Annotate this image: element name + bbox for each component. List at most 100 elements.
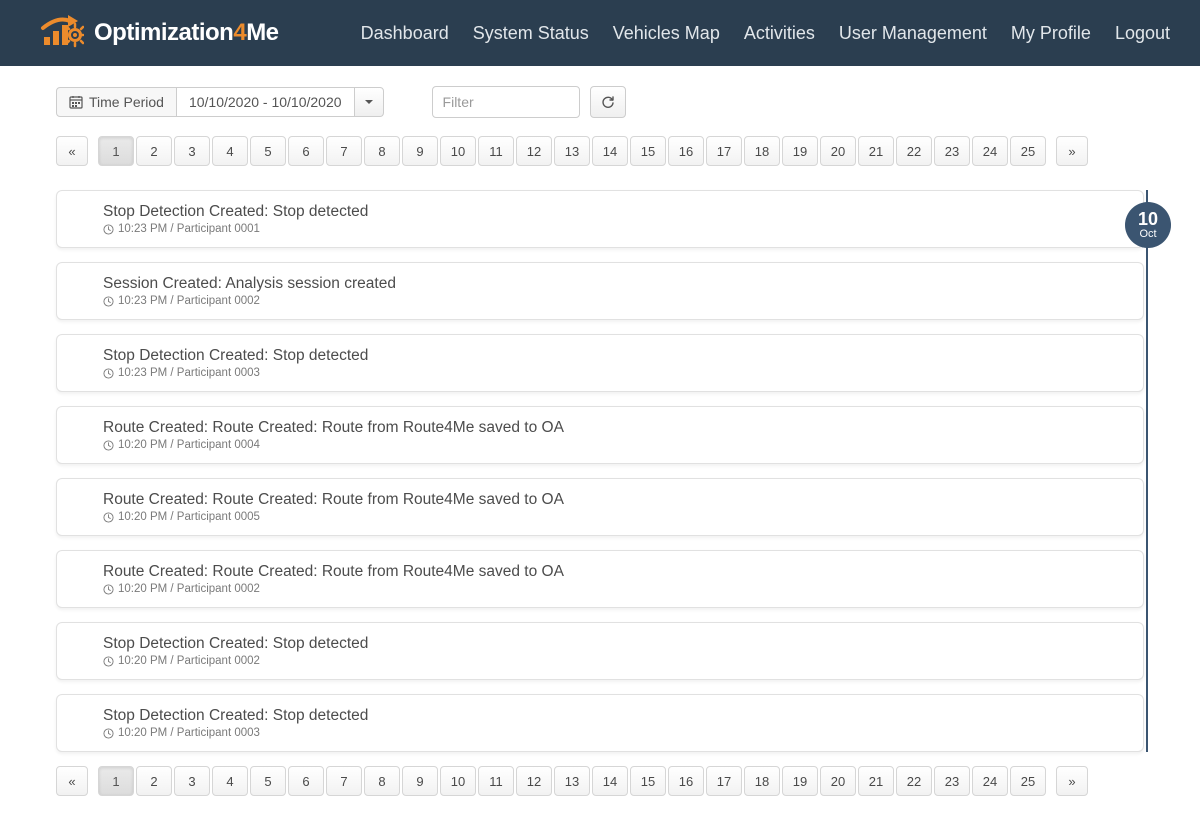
activity-card[interactable]: Stop Detection Created: Stop detected10:… bbox=[56, 622, 1144, 680]
page-23[interactable]: 23 bbox=[934, 136, 970, 166]
activity-card[interactable]: Session Created: Analysis session create… bbox=[56, 262, 1144, 320]
page-20[interactable]: 20 bbox=[820, 766, 856, 796]
page-21[interactable]: 21 bbox=[858, 766, 894, 796]
page-prev[interactable]: « bbox=[56, 766, 88, 796]
page-4[interactable]: 4 bbox=[212, 766, 248, 796]
activity-title: Route Created: Route Created: Route from… bbox=[103, 491, 1127, 509]
page-13[interactable]: 13 bbox=[554, 136, 590, 166]
pagination-top: «123456789101112131415161718192021222324… bbox=[56, 136, 1144, 166]
main-nav: Dashboard System Status Vehicles Map Act… bbox=[361, 23, 1170, 44]
page-4[interactable]: 4 bbox=[212, 136, 248, 166]
page-22[interactable]: 22 bbox=[896, 766, 932, 796]
activity-title: Stop Detection Created: Stop detected bbox=[103, 203, 1127, 221]
refresh-button[interactable] bbox=[590, 86, 626, 118]
chevron-down-icon bbox=[365, 100, 373, 104]
page-6[interactable]: 6 bbox=[288, 136, 324, 166]
page-12[interactable]: 12 bbox=[516, 136, 552, 166]
page-8[interactable]: 8 bbox=[364, 766, 400, 796]
clock-icon bbox=[103, 440, 114, 451]
nav-activities[interactable]: Activities bbox=[744, 23, 815, 44]
time-period-label: Time Period bbox=[89, 94, 164, 110]
brand-icon bbox=[40, 13, 84, 53]
page-1[interactable]: 1 bbox=[98, 136, 134, 166]
activity-title: Session Created: Analysis session create… bbox=[103, 275, 1127, 293]
clock-icon bbox=[103, 728, 114, 739]
brand-logo[interactable]: Optimization4Me bbox=[40, 13, 279, 53]
nav-dashboard[interactable]: Dashboard bbox=[361, 23, 449, 44]
page-19[interactable]: 19 bbox=[782, 136, 818, 166]
filter-input[interactable] bbox=[432, 86, 580, 118]
page-1[interactable]: 1 bbox=[98, 766, 134, 796]
page-11[interactable]: 11 bbox=[478, 766, 514, 796]
page-14[interactable]: 14 bbox=[592, 766, 628, 796]
page-9[interactable]: 9 bbox=[402, 766, 438, 796]
nav-system-status[interactable]: System Status bbox=[473, 23, 589, 44]
time-period-picker[interactable]: Time Period 10/10/2020 - 10/10/2020 bbox=[56, 87, 384, 117]
toolbar: Time Period 10/10/2020 - 10/10/2020 bbox=[56, 86, 1144, 118]
page-25[interactable]: 25 bbox=[1010, 766, 1046, 796]
activity-meta: 10:20 PM / Participant 0002 bbox=[103, 583, 1127, 595]
page-22[interactable]: 22 bbox=[896, 136, 932, 166]
page-17[interactable]: 17 bbox=[706, 136, 742, 166]
page-15[interactable]: 15 bbox=[630, 136, 666, 166]
activity-card[interactable]: Stop Detection Created: Stop detected10:… bbox=[56, 190, 1144, 248]
activity-time: 10:20 PM / Participant 0004 bbox=[118, 439, 260, 451]
activity-card[interactable]: Route Created: Route Created: Route from… bbox=[56, 550, 1144, 608]
page-6[interactable]: 6 bbox=[288, 766, 324, 796]
navbar: Optimization4Me Dashboard System Status … bbox=[0, 0, 1200, 66]
page-16[interactable]: 16 bbox=[668, 136, 704, 166]
page-25[interactable]: 25 bbox=[1010, 136, 1046, 166]
page-19[interactable]: 19 bbox=[782, 766, 818, 796]
clock-icon bbox=[103, 584, 114, 595]
nav-logout[interactable]: Logout bbox=[1115, 23, 1170, 44]
page-20[interactable]: 20 bbox=[820, 136, 856, 166]
activity-meta: 10:20 PM / Participant 0005 bbox=[103, 511, 1127, 523]
activity-time: 10:23 PM / Participant 0003 bbox=[118, 367, 260, 379]
page-2[interactable]: 2 bbox=[136, 766, 172, 796]
page-12[interactable]: 12 bbox=[516, 766, 552, 796]
activity-title: Stop Detection Created: Stop detected bbox=[103, 347, 1127, 365]
nav-user-management[interactable]: User Management bbox=[839, 23, 987, 44]
activity-card[interactable]: Stop Detection Created: Stop detected 10:… bbox=[56, 334, 1144, 392]
page-23[interactable]: 23 bbox=[934, 766, 970, 796]
page-8[interactable]: 8 bbox=[364, 136, 400, 166]
page-24[interactable]: 24 bbox=[972, 136, 1008, 166]
nav-vehicles-map[interactable]: Vehicles Map bbox=[613, 23, 720, 44]
page-2[interactable]: 2 bbox=[136, 136, 172, 166]
calendar-icon bbox=[69, 95, 83, 109]
activity-meta: 10:23 PM / Participant 0002 bbox=[103, 295, 1127, 307]
page-21[interactable]: 21 bbox=[858, 136, 894, 166]
page-prev[interactable]: « bbox=[56, 136, 88, 166]
page-5[interactable]: 5 bbox=[250, 136, 286, 166]
date-range-dropdown[interactable] bbox=[354, 87, 384, 117]
activity-card[interactable]: Route Created: Route Created: Route from… bbox=[56, 406, 1144, 464]
page-13[interactable]: 13 bbox=[554, 766, 590, 796]
nav-my-profile[interactable]: My Profile bbox=[1011, 23, 1091, 44]
activity-meta: 10:20 PM / Participant 0004 bbox=[103, 439, 1127, 451]
page-10[interactable]: 10 bbox=[440, 766, 476, 796]
page-14[interactable]: 14 bbox=[592, 136, 628, 166]
date-range-button[interactable]: 10/10/2020 - 10/10/2020 bbox=[176, 87, 355, 117]
page-24[interactable]: 24 bbox=[972, 766, 1008, 796]
page-18[interactable]: 18 bbox=[744, 766, 780, 796]
page-18[interactable]: 18 bbox=[744, 136, 780, 166]
page-3[interactable]: 3 bbox=[174, 136, 210, 166]
time-period-button[interactable]: Time Period bbox=[56, 87, 177, 117]
page-11[interactable]: 11 bbox=[478, 136, 514, 166]
activity-title: Route Created: Route Created: Route from… bbox=[103, 419, 1127, 437]
activity-card[interactable]: Route Created: Route Created: Route from… bbox=[56, 478, 1144, 536]
page-16[interactable]: 16 bbox=[668, 766, 704, 796]
page-next[interactable]: » bbox=[1056, 136, 1088, 166]
activity-card[interactable]: Stop Detection Created: Stop detected10:… bbox=[56, 694, 1144, 752]
date-range-text: 10/10/2020 - 10/10/2020 bbox=[189, 94, 342, 110]
page-7[interactable]: 7 bbox=[326, 766, 362, 796]
page-9[interactable]: 9 bbox=[402, 136, 438, 166]
page-10[interactable]: 10 bbox=[440, 136, 476, 166]
page-7[interactable]: 7 bbox=[326, 136, 362, 166]
page-5[interactable]: 5 bbox=[250, 766, 286, 796]
page-17[interactable]: 17 bbox=[706, 766, 742, 796]
activity-time: 10:20 PM / Participant 0002 bbox=[118, 655, 260, 667]
page-3[interactable]: 3 bbox=[174, 766, 210, 796]
page-next[interactable]: » bbox=[1056, 766, 1088, 796]
page-15[interactable]: 15 bbox=[630, 766, 666, 796]
